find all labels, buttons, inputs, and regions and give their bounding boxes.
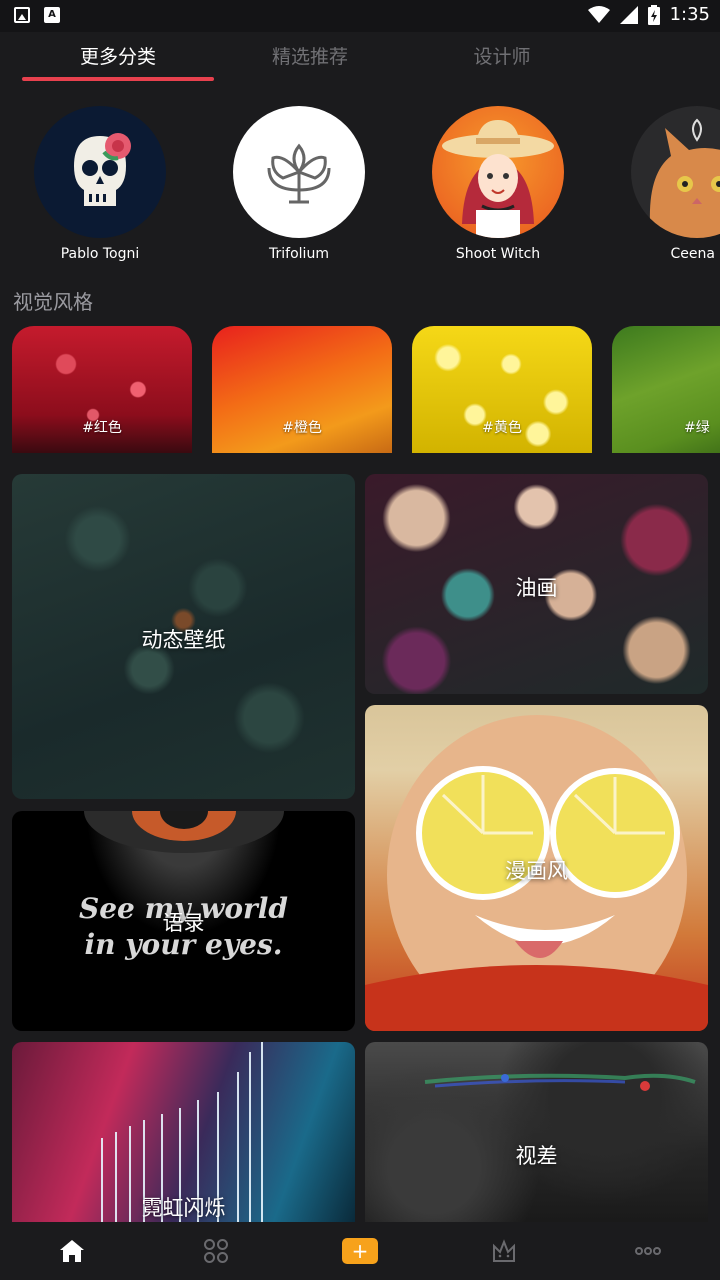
style-orange[interactable]: #橙色 — [212, 326, 392, 453]
style-red[interactable]: #红色 — [12, 326, 192, 453]
style-label: #红色 — [82, 420, 122, 436]
category-label: 语录 — [162, 911, 205, 935]
tab-designers[interactable]: 设计师 — [406, 42, 598, 69]
style-label: #黄色 — [482, 420, 522, 436]
designer-row: Pablo Togni Trifolium Shoot Witch Ceena … — [0, 106, 720, 266]
designer-name: Shoot Witch — [455, 246, 541, 262]
active-tab-indicator — [22, 77, 214, 81]
category-comic-style[interactable]: 漫画风 — [365, 705, 708, 1031]
category-quotes[interactable]: See my world in your eyes. 语录 — [12, 811, 355, 1031]
nav-home[interactable] — [0, 1222, 144, 1280]
signal-icon — [619, 5, 638, 24]
designer-name: Trifolium — [269, 246, 329, 262]
style-label: #绿 — [684, 420, 710, 436]
cat-avatar-icon — [631, 106, 720, 238]
category-label: 动态壁纸 — [141, 628, 226, 652]
tab-featured[interactable]: 精选推荐 — [214, 42, 406, 69]
nav-categories[interactable] — [144, 1222, 288, 1280]
wifi-icon — [587, 5, 610, 23]
designer-pablo-togni[interactable]: Pablo Togni — [20, 106, 180, 262]
category-live-wallpaper[interactable]: 动态壁纸 — [12, 474, 355, 799]
more-icon — [635, 1247, 661, 1255]
style-label: #橙色 — [282, 420, 322, 436]
tab-more-categories[interactable]: 更多分类 — [22, 42, 214, 69]
skull-icon — [34, 106, 166, 238]
visual-style-title: 视觉风格 — [13, 290, 93, 314]
category-label: 油画 — [515, 576, 558, 600]
nav-vip[interactable] — [432, 1222, 576, 1280]
status-bar: A 1:35 — [0, 0, 720, 32]
girl-avatar-icon — [432, 106, 564, 238]
visual-style-row: #红色 #橙色 #黄色 #绿 — [0, 326, 720, 454]
category-oil-painting[interactable]: 油画 — [365, 474, 708, 694]
designer-trifolium[interactable]: Trifolium — [219, 106, 379, 262]
style-yellow[interactable]: #黄色 — [412, 326, 592, 453]
bottom-nav: + — [0, 1222, 720, 1280]
nav-add[interactable]: + — [288, 1222, 432, 1280]
designer-ceena[interactable]: Ceena I — [617, 106, 720, 262]
font-icon: A — [44, 7, 60, 23]
category-label: 视差 — [515, 1144, 558, 1168]
clock: 1:35 — [669, 4, 710, 25]
category-label: 霓虹闪烁 — [141, 1196, 226, 1220]
designer-name: Pablo Togni — [60, 246, 140, 262]
designer-name: Ceena I — [670, 246, 720, 262]
category-neon-flicker[interactable]: 霓虹闪烁 — [12, 1042, 355, 1222]
nav-more[interactable] — [576, 1222, 720, 1280]
add-icon: + — [342, 1238, 378, 1264]
battery-icon — [647, 4, 660, 25]
crown-icon — [493, 1239, 515, 1262]
category-parallax[interactable]: 视差 — [365, 1042, 708, 1222]
style-green[interactable]: #绿 — [612, 326, 720, 453]
grid-icon — [204, 1239, 228, 1263]
top-tabs: 更多分类 精选推荐 设计师 — [0, 32, 720, 90]
category-label: 漫画风 — [505, 859, 568, 883]
home-icon — [60, 1240, 84, 1262]
lotus-icon — [233, 106, 365, 238]
image-icon — [14, 7, 30, 23]
designer-shoot-witch[interactable]: Shoot Witch — [418, 106, 578, 262]
